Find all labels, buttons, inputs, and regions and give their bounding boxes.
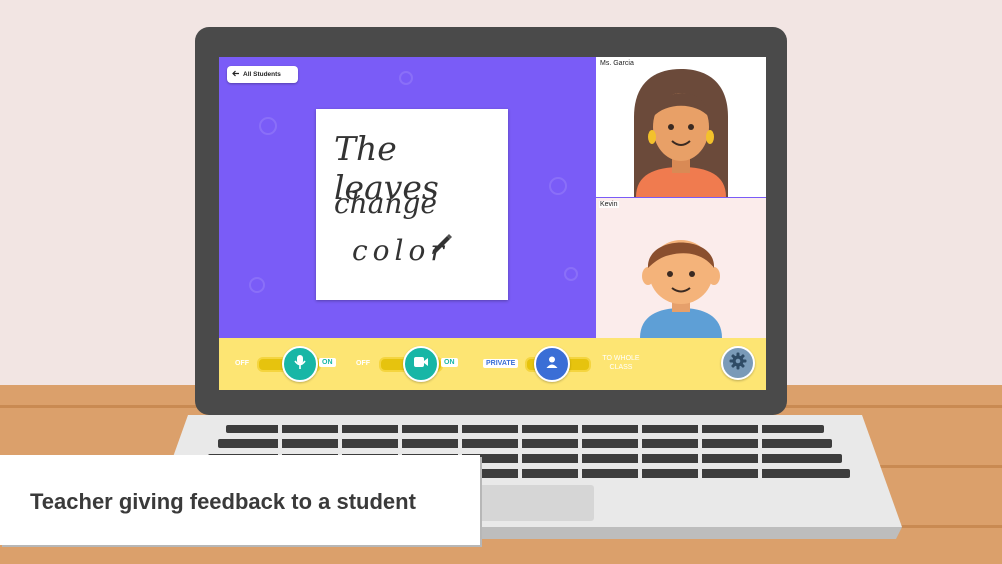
caption-banner: Teacher giving feedback to a student (0, 455, 480, 545)
settings-button[interactable] (721, 346, 755, 380)
gear-icon (729, 352, 747, 375)
camera-toggle[interactable] (403, 346, 439, 382)
teacher-name-label: Ms. Garcia (599, 60, 635, 67)
background-pattern (549, 177, 567, 195)
student-whiteboard[interactable]: The leaves change color (316, 109, 508, 300)
student-avatar (640, 240, 722, 338)
teacher-avatar (634, 69, 728, 197)
background-pattern (259, 117, 277, 135)
handwriting-line-2: change (334, 187, 437, 220)
private-label: PRIVATE (483, 359, 519, 368)
background-pattern (564, 267, 578, 281)
teacher-video: Ms. Garcia (596, 57, 766, 197)
student-video: Kevin (596, 198, 766, 338)
all-students-label: All Students (243, 71, 281, 78)
mic-toggle[interactable] (282, 346, 318, 382)
camera-on-label: ON (441, 358, 458, 367)
student-work-stage: All Students The leaves change color (219, 57, 596, 338)
share-toggle[interactable] (534, 346, 570, 382)
classroom-app-screen: All Students The leaves change color Ms.… (219, 57, 766, 390)
student-name-label: Kevin (599, 201, 619, 208)
pencil-icon (428, 229, 454, 260)
call-control-bar: OFF ON OFF ON PRIVATE TO WHOLE CLASS (219, 338, 766, 390)
caption-text: Teacher giving feedback to a student (30, 489, 416, 514)
camera-off-label: OFF (356, 360, 370, 367)
user-icon (545, 355, 559, 374)
mic-on-label: ON (319, 358, 336, 367)
background-pattern (249, 277, 265, 293)
arrow-left-icon (232, 70, 240, 79)
microphone-icon (293, 354, 307, 375)
all-students-button[interactable]: All Students (227, 66, 298, 83)
to-whole-class-label: TO WHOLE CLASS (602, 355, 640, 371)
video-camera-icon (413, 355, 429, 373)
mic-off-label: OFF (235, 360, 249, 367)
background-pattern (399, 71, 413, 85)
